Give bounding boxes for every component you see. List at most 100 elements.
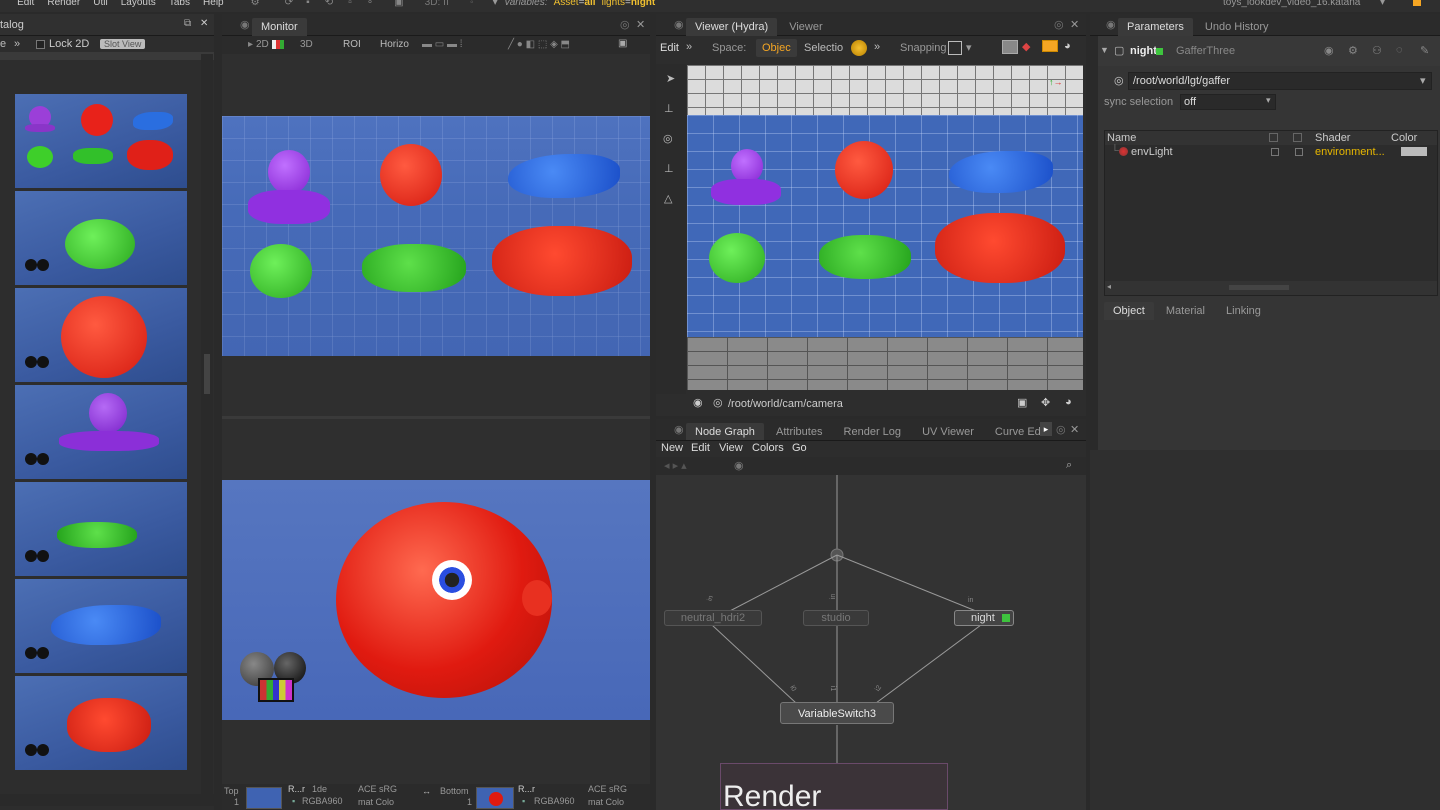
nodegraph-canvas[interactable]: neutral_hdri2 studio night VariableSwitc… (656, 475, 1086, 810)
row-color-swatch[interactable] (1401, 147, 1427, 156)
tab-parameters[interactable]: Parameters (1118, 18, 1193, 36)
wipe-icon[interactable]: ▬ ▭ ▬ ⁞ (422, 39, 463, 50)
var-asset-key[interactable]: Asset (554, 0, 579, 8)
menu-edit[interactable]: Edit (17, 0, 34, 8)
menu-help[interactable]: Help (203, 0, 224, 8)
layout-icon[interactable]: ▣ (394, 0, 403, 8)
lock-icon[interactable]: ▪ (522, 796, 525, 806)
roi-button[interactable]: ROI (343, 39, 361, 50)
root-path-field[interactable]: /root/world/lgt/gaffer (1128, 72, 1432, 90)
port-in-2[interactable]: in (830, 594, 837, 599)
var-asset-value[interactable]: all (584, 0, 595, 8)
rgb-channel-icon[interactable] (272, 40, 284, 49)
shading-mode-icon[interactable]: ◆ (1022, 40, 1030, 53)
catalog-thumb-octopus[interactable] (15, 385, 187, 479)
row-name[interactable]: envLight (1131, 146, 1173, 158)
variables-dropdown-icon[interactable]: ▾ (493, 0, 498, 8)
close-pane-icon[interactable]: ✕ (1070, 423, 1079, 436)
enable-checkbox[interactable] (1271, 148, 1279, 156)
menu-tabs[interactable]: Tabs (169, 0, 190, 8)
ng-menu-edit[interactable]: Edit (691, 442, 710, 454)
col-color[interactable]: Color (1391, 132, 1417, 144)
outliner-hscrollbar[interactable]: ◂ (1105, 281, 1437, 295)
light-tool-icon[interactable]: △ (664, 192, 672, 205)
space-object-button[interactable]: Objec (756, 39, 797, 57)
gear-icon[interactable]: ⚙ (1348, 44, 1358, 57)
ng-menu-view[interactable]: View (719, 442, 743, 454)
pane-menu-icon[interactable]: ◉ (1106, 18, 1116, 31)
tab-node-graph[interactable]: Node Graph (686, 423, 764, 440)
subtab-material[interactable]: Material (1157, 302, 1214, 320)
bottom-render-name[interactable]: R...r (518, 784, 535, 794)
catalog-toolbar-e[interactable]: e (0, 38, 6, 50)
pin-icon[interactable]: ∘ (367, 0, 373, 8)
node-night[interactable]: night (954, 610, 1014, 626)
var-lights-key[interactable]: lights (602, 0, 625, 8)
collapse-arrow-icon[interactable]: ▼ (1100, 45, 1109, 55)
monitor-render-top[interactable] (222, 116, 650, 356)
tab-overflow-arrow[interactable]: ▸ (1040, 422, 1052, 436)
menu-util[interactable]: Util (93, 0, 107, 8)
tab-uv-viewer[interactable]: UV Viewer (913, 423, 983, 440)
pane-menu-icon[interactable]: ◉ (674, 18, 684, 31)
mode-3d-label[interactable]: 3D: ⅠⅠ (425, 0, 449, 8)
solo-checkbox[interactable] (1295, 148, 1303, 156)
node-name[interactable]: night (1130, 45, 1157, 57)
var-lights-value[interactable]: night (631, 0, 655, 8)
back-arrow-icon[interactable]: ◂ ▸ ▴ (664, 459, 687, 472)
chevron-down-icon[interactable]: ▾ (1266, 95, 1271, 106)
monitor-render-bottom[interactable] (222, 480, 650, 720)
snap-frame-icon[interactable] (948, 41, 962, 55)
slot-view-button[interactable]: Slot View (100, 39, 146, 49)
camera-settings-icon[interactable]: ◕ (1064, 40, 1071, 52)
ng-menu-new[interactable]: New (661, 442, 683, 454)
close-pane-icon[interactable]: ✕ (636, 18, 645, 31)
project-dropdown-icon[interactable]: ▾ (1380, 0, 1385, 8)
monitor-split-divider[interactable] (222, 416, 650, 419)
snapping-label[interactable]: Snapping (900, 42, 947, 54)
view-node-icon[interactable]: ◉ (1324, 44, 1334, 57)
mode-2d-button[interactable]: 2D (256, 39, 269, 50)
bottom-render-thumb[interactable] (476, 787, 514, 809)
col-shader[interactable]: Shader (1315, 132, 1350, 144)
rotate-tool-icon[interactable]: ◎ (663, 132, 673, 145)
snapshot-icon[interactable]: ▣ (618, 38, 627, 49)
tab-monitor[interactable]: Monitor (252, 18, 307, 36)
eye-icon[interactable]: ◉ (693, 396, 703, 409)
refresh-icon[interactable]: ⟳ (285, 0, 293, 8)
search-icon[interactable]: ⌕ (1066, 459, 1072, 472)
translate-tool-icon[interactable]: ⊥ (664, 102, 674, 115)
project-file-name[interactable]: toys_lookdev_video_16.katana (1223, 0, 1360, 8)
pin-icon[interactable]: ✎ (1420, 44, 1429, 57)
catalog-thumb-crab[interactable] (15, 676, 187, 770)
lighting-mode-icon[interactable] (1002, 40, 1018, 54)
gear-icon[interactable]: ⚙ (251, 0, 260, 8)
tab-viewer-hydra[interactable]: Viewer (Hydra) (686, 18, 778, 36)
camera-icon[interactable]: ▫ (348, 0, 352, 8)
menu-layouts[interactable]: Layouts (121, 0, 156, 8)
top-render-thumb[interactable] (246, 787, 282, 809)
globe-icon[interactable] (851, 40, 867, 56)
port-in-3[interactable]: in (968, 597, 973, 604)
catalog-thumb-shark[interactable] (15, 579, 187, 673)
node-studio[interactable]: studio (803, 610, 869, 626)
float-pane-icon[interactable]: ⧉ (184, 18, 191, 29)
lock-icon[interactable]: ▪ (292, 796, 295, 806)
float-pane-icon[interactable]: ◎ (620, 18, 630, 31)
sync-selection-select[interactable]: off (1180, 94, 1276, 110)
catalog-hscrollbar[interactable] (0, 794, 214, 806)
ng-menu-colors[interactable]: Colors (752, 442, 784, 454)
pane-menu-icon[interactable]: ◉ (240, 18, 250, 31)
catalog-more-button[interactable]: » (14, 38, 20, 50)
move-icon[interactable]: ✥ (1041, 396, 1050, 409)
subtab-object[interactable]: Object (1104, 302, 1154, 320)
ng-menu-go[interactable]: Go (792, 442, 807, 454)
comment-icon[interactable]: ◌ (1396, 44, 1403, 56)
swap-arrows-icon[interactable]: ↔ (422, 786, 431, 796)
top-render-name[interactable]: R...r (288, 784, 305, 794)
horizontal-split-button[interactable]: Horizo (380, 39, 409, 50)
render-icon[interactable]: ▪ (306, 0, 310, 8)
menu-render[interactable]: Render (47, 0, 80, 8)
scale-tool-icon[interactable]: ⊥ (664, 162, 674, 175)
tools-icons[interactable]: ╱ ● ◧ ⬚ ◈ ⬒ (508, 39, 570, 50)
